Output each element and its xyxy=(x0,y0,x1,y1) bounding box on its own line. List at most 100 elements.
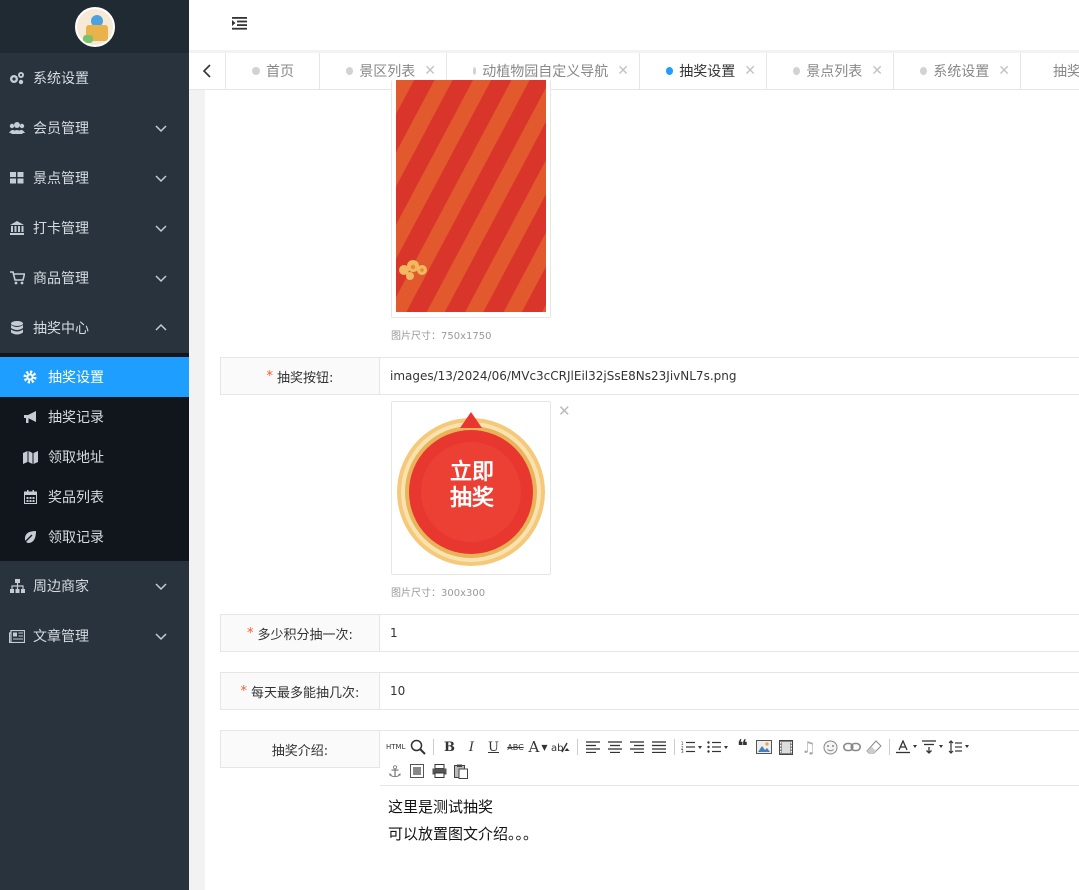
gears-icon xyxy=(9,70,25,86)
unordered-list-icon[interactable] xyxy=(707,737,729,757)
map-icon xyxy=(22,449,38,465)
anchor-icon[interactable]: ⚓ xyxy=(386,761,404,781)
remove-image-icon[interactable]: ✕ xyxy=(558,402,571,420)
ordered-list-icon[interactable]: 123 xyxy=(681,737,703,757)
sidebar-item-articles[interactable]: 文章管理 xyxy=(0,611,189,661)
leaf-icon xyxy=(22,529,38,545)
tab-dot-icon xyxy=(920,67,928,75)
preview-icon[interactable] xyxy=(409,737,427,757)
chevron-left-icon xyxy=(202,64,211,78)
close-icon[interactable]: ✕ xyxy=(744,63,756,79)
tab-dot-icon xyxy=(793,67,801,75)
required-mark: * xyxy=(240,683,248,699)
tab-lottery-partial[interactable]: 抽奖 xyxy=(1021,53,1079,89)
sidebar-item-members[interactable]: 会员管理 xyxy=(0,103,189,153)
html-source-button[interactable]: HTML xyxy=(386,737,405,757)
back-color-button[interactable]: ab xyxy=(551,737,571,757)
sidebar-item-lottery-center[interactable]: 抽奖中心 xyxy=(0,303,189,353)
align-justify-icon[interactable] xyxy=(650,737,668,757)
svg-text:3: 3 xyxy=(681,749,684,753)
sidebar-item-label: 文章管理 xyxy=(33,629,89,645)
tab-scenic-spot-list[interactable]: 景点列表 ✕ xyxy=(767,53,894,89)
bg-image-size-hint: 图片尺寸：750x1750 xyxy=(391,331,492,342)
row-spacing-icon[interactable] xyxy=(948,737,970,757)
sidebar-subitem-label: 领取记录 xyxy=(48,530,104,546)
print-icon[interactable] xyxy=(430,761,448,781)
tabs-prev-button[interactable] xyxy=(189,53,226,89)
chevron-down-icon xyxy=(155,583,167,591)
button-image-path-input[interactable]: images/13/2024/06/MVc3cCRJlEil32jSsE8Ns2… xyxy=(380,357,1079,395)
italic-button[interactable]: I xyxy=(462,737,480,757)
close-icon[interactable]: ✕ xyxy=(424,63,436,79)
insert-image-icon[interactable] xyxy=(755,737,773,757)
form-row-intro: 抽奖介绍: xyxy=(220,730,380,768)
sidebar-item-system-settings[interactable]: 系统设置 xyxy=(0,53,189,103)
bg-image xyxy=(396,80,546,312)
close-icon[interactable]: ✕ xyxy=(871,63,883,79)
sidebar-subitem-claim-address[interactable]: 领取地址 xyxy=(0,437,189,477)
bank-icon xyxy=(9,220,25,236)
paragraph-spacing-icon[interactable] xyxy=(922,737,944,757)
database-icon xyxy=(9,320,25,336)
paste-icon[interactable] xyxy=(452,761,470,781)
gear-icon xyxy=(22,369,38,385)
line-height-icon[interactable] xyxy=(896,737,918,757)
intro-label: 抽奖介绍: xyxy=(220,730,380,768)
chevron-down-icon xyxy=(155,125,167,133)
tab-home[interactable]: 首页 xyxy=(226,53,320,89)
editor-toolbar: HTML B I U ABC A ▼ ab 1 2 3 ❝ ♫ ⚓ xyxy=(380,731,1079,786)
tab-dot-icon xyxy=(473,67,477,75)
menu-fold-icon[interactable] xyxy=(232,16,248,30)
sidebar-item-nearby-merchants[interactable]: 周边商家 xyxy=(0,561,189,611)
rich-text-editor: HTML B I U ABC A ▼ ab 1 2 3 ❝ ♫ ⚓ 这里是测试抽… xyxy=(380,730,1079,890)
sidebar-item-checkin[interactable]: 打卡管理 xyxy=(0,203,189,253)
points-input[interactable]: 1 xyxy=(380,614,1079,652)
sidebar-subitem-prize-list[interactable]: 奖品列表 xyxy=(0,477,189,517)
sidebar-subitem-lottery-settings[interactable]: 抽奖设置 xyxy=(0,357,189,397)
bold-button[interactable]: B xyxy=(440,737,458,757)
bg-image-preview xyxy=(391,80,551,318)
sidebar: 系统设置 会员管理 景点管理 打卡管理 商品管理 抽奖中心 抽奖设置 抽奖记录 … xyxy=(0,0,189,890)
sidebar-item-label: 抽奖中心 xyxy=(33,321,89,337)
required-mark: * xyxy=(247,625,254,641)
sitemap-icon xyxy=(9,578,25,594)
tab-system-settings[interactable]: 系统设置 ✕ xyxy=(894,53,1021,89)
daily-max-input[interactable]: 10 xyxy=(380,672,1079,710)
cart-icon xyxy=(9,270,25,286)
button-image-text: 抽奖 xyxy=(449,486,494,511)
close-icon[interactable]: ✕ xyxy=(617,63,629,79)
music-icon[interactable]: ♫ xyxy=(799,737,817,757)
tab-dot-icon xyxy=(666,67,674,75)
eraser-icon[interactable] xyxy=(865,737,883,757)
button-image-text: 立即 xyxy=(449,460,494,485)
editor-content[interactable]: 这里是测试抽奖 可以放置图文介绍。。。 xyxy=(380,786,1079,856)
sidebar-item-goods[interactable]: 商品管理 xyxy=(0,253,189,303)
sidebar-item-scenic[interactable]: 景点管理 xyxy=(0,153,189,203)
underline-button[interactable]: U xyxy=(484,737,502,757)
sidebar-item-label: 商品管理 xyxy=(33,271,89,287)
editor-text-line: 这里是测试抽奖 xyxy=(388,798,494,816)
align-right-icon[interactable] xyxy=(628,737,646,757)
editor-text-line: 可以放置图文介绍。。。 xyxy=(388,825,539,843)
sidebar-subitem-label: 领取地址 xyxy=(48,450,104,466)
sidebar-subitem-lottery-records[interactable]: 抽奖记录 xyxy=(0,397,189,437)
sidebar-item-label: 系统设置 xyxy=(33,71,89,87)
insert-video-icon[interactable] xyxy=(777,737,795,757)
chevron-down-icon xyxy=(155,275,167,283)
insert-frame-icon[interactable] xyxy=(408,761,426,781)
blockquote-icon[interactable]: ❝ xyxy=(733,737,751,757)
chevron-down-icon xyxy=(155,225,167,233)
strikethrough-button[interactable]: ABC xyxy=(506,737,524,757)
emoticon-icon[interactable] xyxy=(821,737,839,757)
link-icon[interactable] xyxy=(843,737,862,757)
align-left-icon[interactable] xyxy=(584,737,602,757)
grid-icon xyxy=(9,170,25,186)
logo-area xyxy=(0,0,189,53)
close-icon[interactable]: ✕ xyxy=(998,63,1010,79)
align-center-icon[interactable] xyxy=(606,737,624,757)
button-image-preview: 立即 抽奖 xyxy=(391,401,551,575)
tab-lottery-settings[interactable]: 抽奖设置 ✕ xyxy=(640,53,767,89)
sidebar-subitem-claim-records[interactable]: 领取记录 xyxy=(0,517,189,557)
font-color-button[interactable]: A ▼ xyxy=(528,737,547,757)
app-logo[interactable] xyxy=(74,6,115,47)
